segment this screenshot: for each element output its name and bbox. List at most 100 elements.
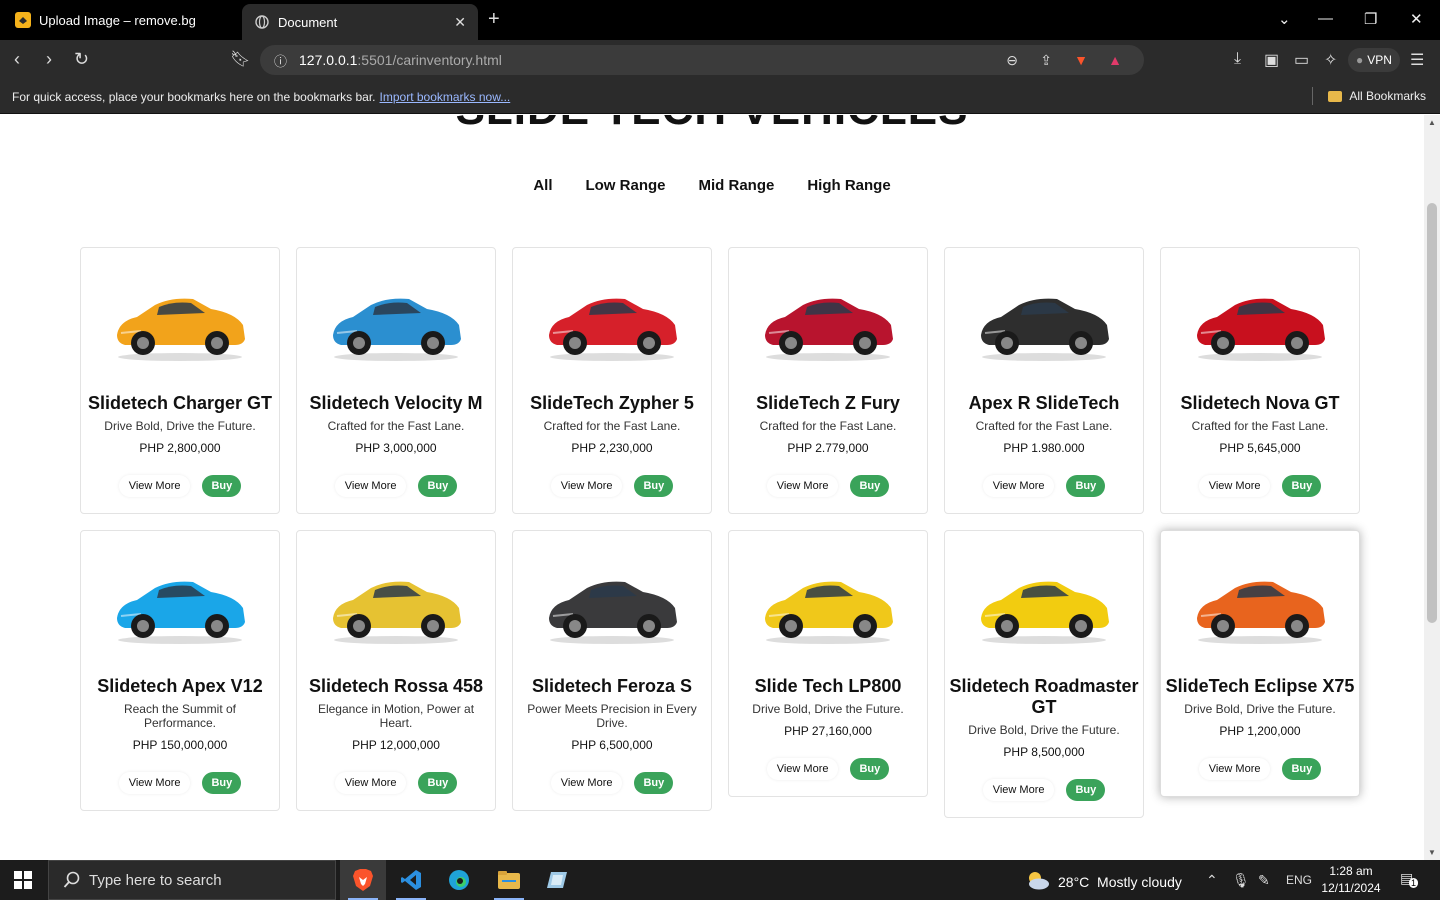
sidebar-icon[interactable]: ▣ [1264,50,1279,70]
buy-button[interactable]: Buy [634,475,674,497]
brave-shields-icon[interactable]: ▼ [1074,52,1088,68]
buy-button[interactable]: Buy [1282,758,1322,780]
restore-icon[interactable]: ❐ [1364,10,1377,28]
filter-low-range[interactable]: Low Range [585,177,665,194]
buy-button[interactable]: Buy [418,475,458,497]
buy-button[interactable]: Buy [202,772,242,794]
scroll-down-icon[interactable]: ▼ [1428,848,1436,857]
car-name: Slide Tech LP800 [754,676,902,696]
minimize-icon[interactable]: — [1318,10,1333,27]
car-image [1161,531,1359,676]
car-price: PHP 1.980.000 [1003,441,1085,455]
downloads-icon[interactable]: ⤓ [1234,50,1241,68]
wallet-icon[interactable]: ▭ [1294,50,1309,70]
taskbar-file-explorer-icon[interactable] [486,860,532,900]
car-card: Apex R SlideTech Crafted for the Fast La… [944,247,1144,514]
car-tagline: Elegance in Motion, Power at Heart. [317,702,475,730]
view-more-button[interactable]: View More [766,475,839,497]
view-more-button[interactable]: View More [982,475,1055,497]
view-more-button[interactable]: View More [550,772,623,794]
buy-button[interactable]: Buy [850,475,890,497]
all-bookmarks-label: All Bookmarks [1349,89,1426,103]
view-more-button[interactable]: View More [118,475,191,497]
forward-icon[interactable]: › [46,49,52,70]
menu-icon[interactable]: ☰ [1410,50,1424,70]
buy-button[interactable]: Buy [1066,475,1106,497]
tab-remove-bg[interactable]: Upload Image – remove.bg [0,0,240,40]
taskbar-app-icon[interactable] [534,860,580,900]
buy-button[interactable]: Buy [850,758,890,780]
filter-high-range[interactable]: High Range [807,177,890,194]
leo-ai-icon[interactable]: ✧ [1324,50,1337,70]
back-icon[interactable]: ‹ [14,49,20,70]
car-price: PHP 5,645,000 [1219,441,1301,455]
car-card: Slidetech Nova GT Crafted for the Fast L… [1160,247,1360,514]
taskbar-search[interactable]: Type here to search [48,860,336,900]
scroll-up-icon[interactable]: ▲ [1428,118,1436,127]
notifications-icon[interactable]: ▤ 1 [1400,870,1419,888]
clock-date: 12/11/2024 [1321,881,1381,895]
zoom-icon[interactable]: ⊖ [1006,52,1018,69]
close-window-icon[interactable]: ✕ [1410,10,1423,28]
view-more-button[interactable]: View More [766,758,839,780]
card-actions: View More Buy [297,772,495,794]
buy-button[interactable]: Buy [418,772,458,794]
filter-tabs: All Low Range Mid Range High Range [0,177,1424,194]
car-tagline: Crafted for the Fast Lane. [543,419,681,433]
bookmark-icon[interactable]: 🔖︎ [230,49,250,69]
clock[interactable]: 1:28 am 12/11/2024 [1318,863,1384,897]
reload-icon[interactable]: ↻ [74,49,89,70]
microphone-icon[interactable]: 🎙︎ [1232,872,1250,889]
filter-all[interactable]: All [533,177,552,194]
car-name: Apex R SlideTech [968,393,1120,413]
page-scrollbar[interactable]: ▲ ▼ [1424,115,1440,860]
all-bookmarks-button[interactable]: All Bookmarks [1328,89,1426,103]
car-tagline: Reach the Summit of Performance. [123,702,237,730]
vpn-button[interactable]: ● VPN [1348,48,1400,72]
car-price: PHP 2.779,000 [787,441,869,455]
car-image [1161,248,1359,393]
taskbar-brave-icon[interactable] [340,860,386,900]
windows-start-icon[interactable] [14,871,32,894]
car-name: Slidetech Roadmaster GT [949,676,1139,717]
close-tab-icon[interactable]: ✕ [454,14,466,31]
address-bar[interactable]: ⓘ 127.0.0.1:5501/carinventory.html ⊖ ⇪ ▼… [260,45,1144,75]
folder-icon [1328,90,1343,102]
filter-mid-range[interactable]: Mid Range [699,177,775,194]
search-icon [63,871,81,893]
hidden-icons-chevron-icon[interactable]: ⌃ [1206,872,1218,889]
car-price: PHP 2,230,000 [571,441,653,455]
brave-rewards-icon[interactable]: ▲ [1108,52,1122,68]
view-more-button[interactable]: View More [550,475,623,497]
weather-widget[interactable]: 28°C Mostly cloudy [1024,870,1182,893]
view-more-button[interactable]: View More [334,475,407,497]
card-actions: View More Buy [513,772,711,794]
vpn-status-icon: ● [1356,53,1364,67]
view-more-button[interactable]: View More [118,772,191,794]
car-price: PHP 2,800,000 [139,441,221,455]
buy-button[interactable]: Buy [1282,475,1322,497]
buy-button[interactable]: Buy [1066,779,1106,801]
tab-search-chevron-icon[interactable]: ⌄ [1278,10,1291,28]
scrollbar-thumb[interactable] [1427,203,1437,623]
car-image [81,531,279,676]
pen-icon[interactable]: ✎ [1258,872,1270,889]
buy-button[interactable]: Buy [634,772,674,794]
car-card: Slidetech Charger GT Drive Bold, Drive t… [80,247,280,514]
view-more-button[interactable]: View More [982,779,1055,801]
view-more-button[interactable]: View More [334,772,407,794]
car-card: Slidetech Feroza S Power Meets Precision… [512,530,712,811]
share-icon[interactable]: ⇪ [1040,52,1052,69]
import-bookmarks-link[interactable]: Import bookmarks now... [380,90,511,104]
car-price: PHP 12,000,000 [352,738,440,752]
taskbar-vscode-icon[interactable] [388,860,434,900]
taskbar-edge-icon[interactable] [436,860,482,900]
view-more-button[interactable]: View More [1198,758,1271,780]
view-more-button[interactable]: View More [1198,475,1271,497]
site-info-icon[interactable]: ⓘ [274,51,287,70]
tab-document[interactable]: Document ✕ [242,4,478,40]
car-card: Slidetech Velocity M Crafted for the Fas… [296,247,496,514]
buy-button[interactable]: Buy [202,475,242,497]
language-indicator[interactable]: ENG [1286,873,1312,887]
new-tab-icon[interactable]: + [488,8,500,31]
